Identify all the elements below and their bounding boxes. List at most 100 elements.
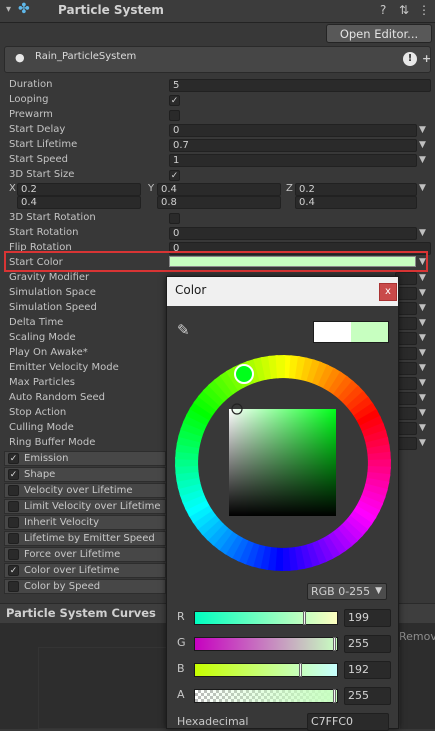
open-editor-button[interactable]: Open Editor... — [326, 24, 432, 43]
property-checkbox[interactable] — [169, 213, 180, 224]
module-checkbox[interactable] — [8, 581, 19, 592]
property-label: Start Rotation — [9, 227, 79, 238]
color-picker-titlebar[interactable]: Color x — [167, 277, 398, 306]
dropdown-arrow-icon[interactable]: ▼ — [419, 303, 426, 313]
particle-system-icon: ✤ — [18, 1, 30, 17]
dropdown-arrow-icon[interactable]: ▼ — [419, 155, 426, 165]
dropdown-arrow-icon[interactable]: ▼ — [419, 438, 426, 448]
dropdown-arrow-icon[interactable]: ▼ — [419, 378, 426, 388]
x-label: X — [9, 183, 16, 194]
channel-value-input[interactable]: 255 — [344, 687, 391, 705]
dropdown-arrow-icon[interactable]: ▼ — [419, 408, 426, 418]
dropdown-arrow-icon[interactable]: ▼ — [419, 348, 426, 358]
color-mode-dropdown[interactable]: RGB 0-255 ▼ — [307, 583, 387, 600]
channel-slider[interactable] — [194, 663, 338, 677]
property-value-field[interactable]: 0 — [169, 227, 417, 240]
property-value-field[interactable]: 1 — [169, 154, 417, 167]
hue-handle[interactable] — [234, 364, 254, 384]
particle-system-header[interactable]: ● Rain_ParticleSystem ! + — [4, 46, 431, 73]
add-icon[interactable]: + — [422, 52, 431, 65]
channel-value-input[interactable]: 255 — [344, 635, 391, 653]
module-checkbox[interactable]: ✓ — [8, 469, 19, 480]
start-color-dropdown-icon[interactable]: ▼ — [419, 257, 426, 267]
start-color-swatch[interactable] — [169, 256, 416, 267]
value-gradient-overlay — [229, 409, 336, 516]
property-value-field[interactable]: 0.7 — [169, 139, 417, 152]
property-checkbox[interactable]: ✓ — [169, 95, 180, 106]
property-checkbox[interactable]: ✓ — [169, 170, 180, 181]
channel-slider[interactable] — [194, 611, 338, 625]
module-header[interactable]: Force over Lifetime — [4, 547, 166, 562]
module-header[interactable]: Lifetime by Emitter Speed — [4, 531, 166, 546]
color-picker-window[interactable]: Color x ✎ RGB 0-255 ▼ R 199 G 255 B 192 A 255 He… — [166, 276, 399, 731]
dropdown-arrow-icon[interactable]: ▼ — [419, 273, 426, 283]
module-header[interactable]: ✓ Color over Lifetime — [4, 563, 166, 578]
module-checkbox[interactable] — [8, 549, 19, 560]
hue-ring-picker[interactable] — [174, 354, 392, 572]
channel-slider[interactable] — [194, 637, 338, 651]
channel-slider[interactable] — [194, 689, 338, 703]
chevron-down-icon: ▼ — [375, 586, 382, 596]
close-button[interactable]: x — [379, 283, 397, 301]
property-value-field[interactable]: 5 — [169, 79, 431, 92]
start-size-x-min[interactable]: 0.2 — [17, 183, 141, 196]
module-checkbox[interactable]: ✓ — [8, 565, 19, 576]
channel-value-input[interactable]: 199 — [344, 609, 391, 627]
module-label: Color over Lifetime — [24, 565, 120, 576]
property-value-field[interactable]: 0 — [169, 124, 417, 137]
curves-title: Particle System Curves — [6, 606, 156, 620]
hex-input[interactable]: C7FFC0 — [307, 713, 389, 731]
dropdown-arrow-icon[interactable]: ▼ — [419, 318, 426, 328]
dropdown-arrow-icon[interactable]: ▼ — [419, 288, 426, 298]
dropdown-arrow-icon[interactable]: ▼ — [419, 333, 426, 343]
start-size-z-min[interactable]: 0.2 — [295, 183, 417, 196]
sliders-icon[interactable]: ⇅ — [399, 3, 409, 17]
start-size-y-max[interactable]: 0.8 — [157, 196, 281, 209]
hex-label: Hexadecimal — [177, 715, 249, 728]
hue-ring-segment[interactable] — [275, 355, 286, 379]
help-icon[interactable]: ? — [380, 3, 386, 17]
dropdown-arrow-icon[interactable]: ▼ — [419, 228, 426, 238]
property-label: Delta Time — [9, 317, 64, 328]
color-picker-title: Color — [175, 283, 207, 297]
property-label: Prewarm — [9, 109, 53, 120]
property-label: Start Speed — [9, 154, 68, 165]
module-header[interactable]: ✓ Shape — [4, 467, 166, 482]
start-size-z-max[interactable]: 0.4 — [295, 196, 417, 209]
dropdown-arrow-icon[interactable]: ▼ — [419, 140, 426, 150]
previous-color-swatch[interactable] — [314, 322, 351, 342]
property-label: Looping — [9, 94, 49, 105]
module-checkbox[interactable]: ✓ — [8, 453, 19, 464]
collapse-arrow-icon[interactable]: ▾ — [6, 4, 11, 15]
property-label: Auto Random Seed — [9, 392, 105, 403]
slider-handle[interactable] — [299, 663, 302, 677]
module-header[interactable]: Velocity over Lifetime — [4, 483, 166, 498]
remove-button[interactable]: Remove — [399, 630, 435, 643]
module-header[interactable]: Limit Velocity over Lifetime — [4, 499, 166, 514]
module-checkbox[interactable] — [8, 485, 19, 496]
dropdown-arrow-icon[interactable]: ▼ — [419, 125, 426, 135]
module-header[interactable]: Color by Speed — [4, 579, 166, 594]
z-label: Z — [286, 183, 293, 194]
module-header[interactable]: Inherit Velocity — [4, 515, 166, 530]
channel-value-input[interactable]: 192 — [344, 661, 391, 679]
slider-handle[interactable] — [333, 689, 336, 703]
eyedropper-icon[interactable]: ✎ — [177, 321, 190, 339]
start-size-dropdown-icon[interactable]: ▼ — [419, 183, 426, 193]
module-checkbox[interactable] — [8, 517, 19, 528]
slider-handle[interactable] — [303, 611, 306, 625]
start-size-x-max[interactable]: 0.4 — [17, 196, 141, 209]
module-header[interactable]: ✓ Emission — [4, 451, 166, 466]
dropdown-arrow-icon[interactable]: ▼ — [419, 423, 426, 433]
module-checkbox[interactable] — [8, 533, 19, 544]
dropdown-arrow-icon[interactable]: ▼ — [419, 363, 426, 373]
property-checkbox[interactable] — [169, 110, 180, 121]
property-label: Max Particles — [9, 377, 76, 388]
dropdown-arrow-icon[interactable]: ▼ — [419, 393, 426, 403]
current-color-swatch — [351, 322, 388, 342]
module-checkbox[interactable] — [8, 501, 19, 512]
slider-handle[interactable] — [333, 637, 336, 651]
start-size-y-min[interactable]: 0.4 — [157, 183, 281, 196]
property-label: Scaling Mode — [9, 332, 76, 343]
kebab-menu-icon[interactable]: ⋮ — [418, 3, 430, 17]
